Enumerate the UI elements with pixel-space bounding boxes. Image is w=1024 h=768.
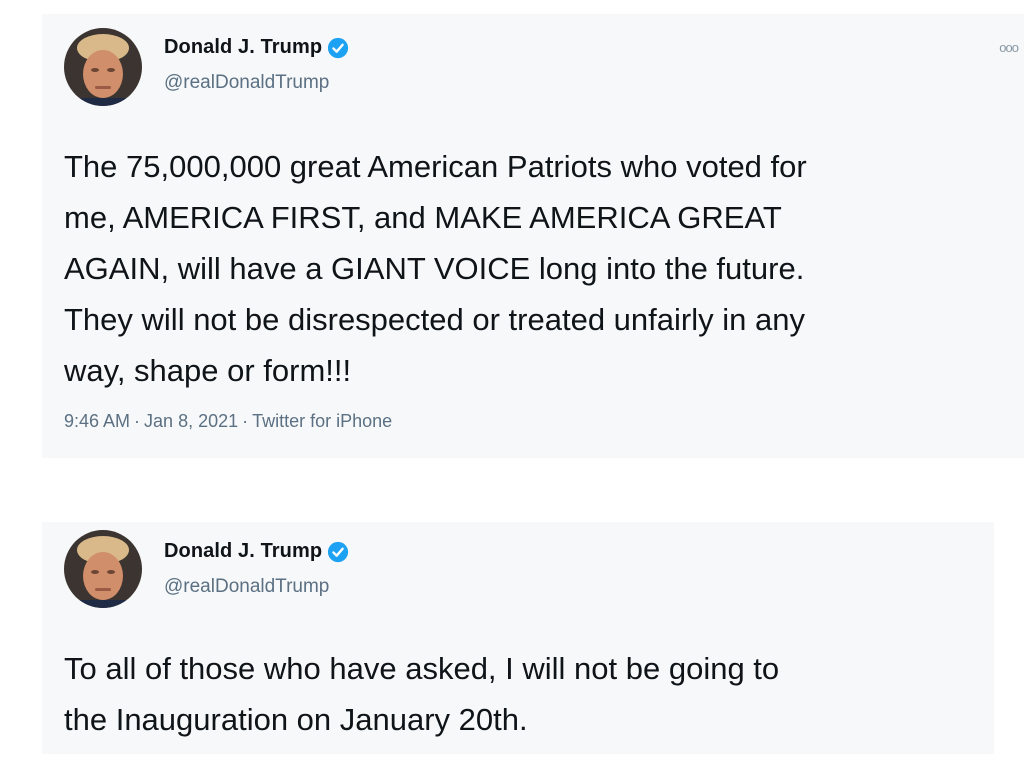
avatar-portrait-icon	[64, 28, 142, 106]
tweet-text: The 75,000,000 great American Patriots w…	[64, 149, 807, 388]
author-row: Donald J. Trump	[164, 540, 349, 563]
avatar[interactable]	[64, 28, 142, 106]
more-options-icon[interactable]: ooo	[999, 40, 1019, 55]
tweet-meta: 9:46 AM · Jan 8, 2021 · Twitter for iPhone	[64, 411, 392, 432]
user-handle[interactable]: @realDonaldTrump	[164, 576, 329, 598]
author-row: Donald J. Trump	[164, 36, 349, 59]
verified-badge-icon	[328, 541, 349, 562]
user-handle[interactable]: @realDonaldTrump	[164, 72, 329, 94]
separator: ·	[242, 411, 249, 431]
verified-badge-icon	[328, 37, 349, 58]
tweet-time[interactable]: 9:46 AM	[64, 411, 130, 431]
tweet-text: To all of those who have asked, I will n…	[64, 651, 780, 737]
display-name[interactable]: Donald J. Trump	[164, 36, 322, 59]
avatar[interactable]	[64, 530, 142, 608]
display-name[interactable]: Donald J. Trump	[164, 540, 322, 563]
screenshot-page: Donald J. Trump @realDonaldTrump ooo The…	[0, 0, 1024, 768]
separator: ·	[134, 411, 141, 431]
tweet-source[interactable]: Twitter for iPhone	[252, 411, 392, 431]
tweet-card[interactable]: Donald J. Trump @realDonaldTrump ooo The…	[42, 14, 1024, 458]
tweet-date[interactable]: Jan 8, 2021	[144, 411, 238, 431]
avatar-portrait-icon	[64, 530, 142, 608]
tweet-card[interactable]: Donald J. Trump @realDonaldTrump To all …	[42, 522, 994, 754]
